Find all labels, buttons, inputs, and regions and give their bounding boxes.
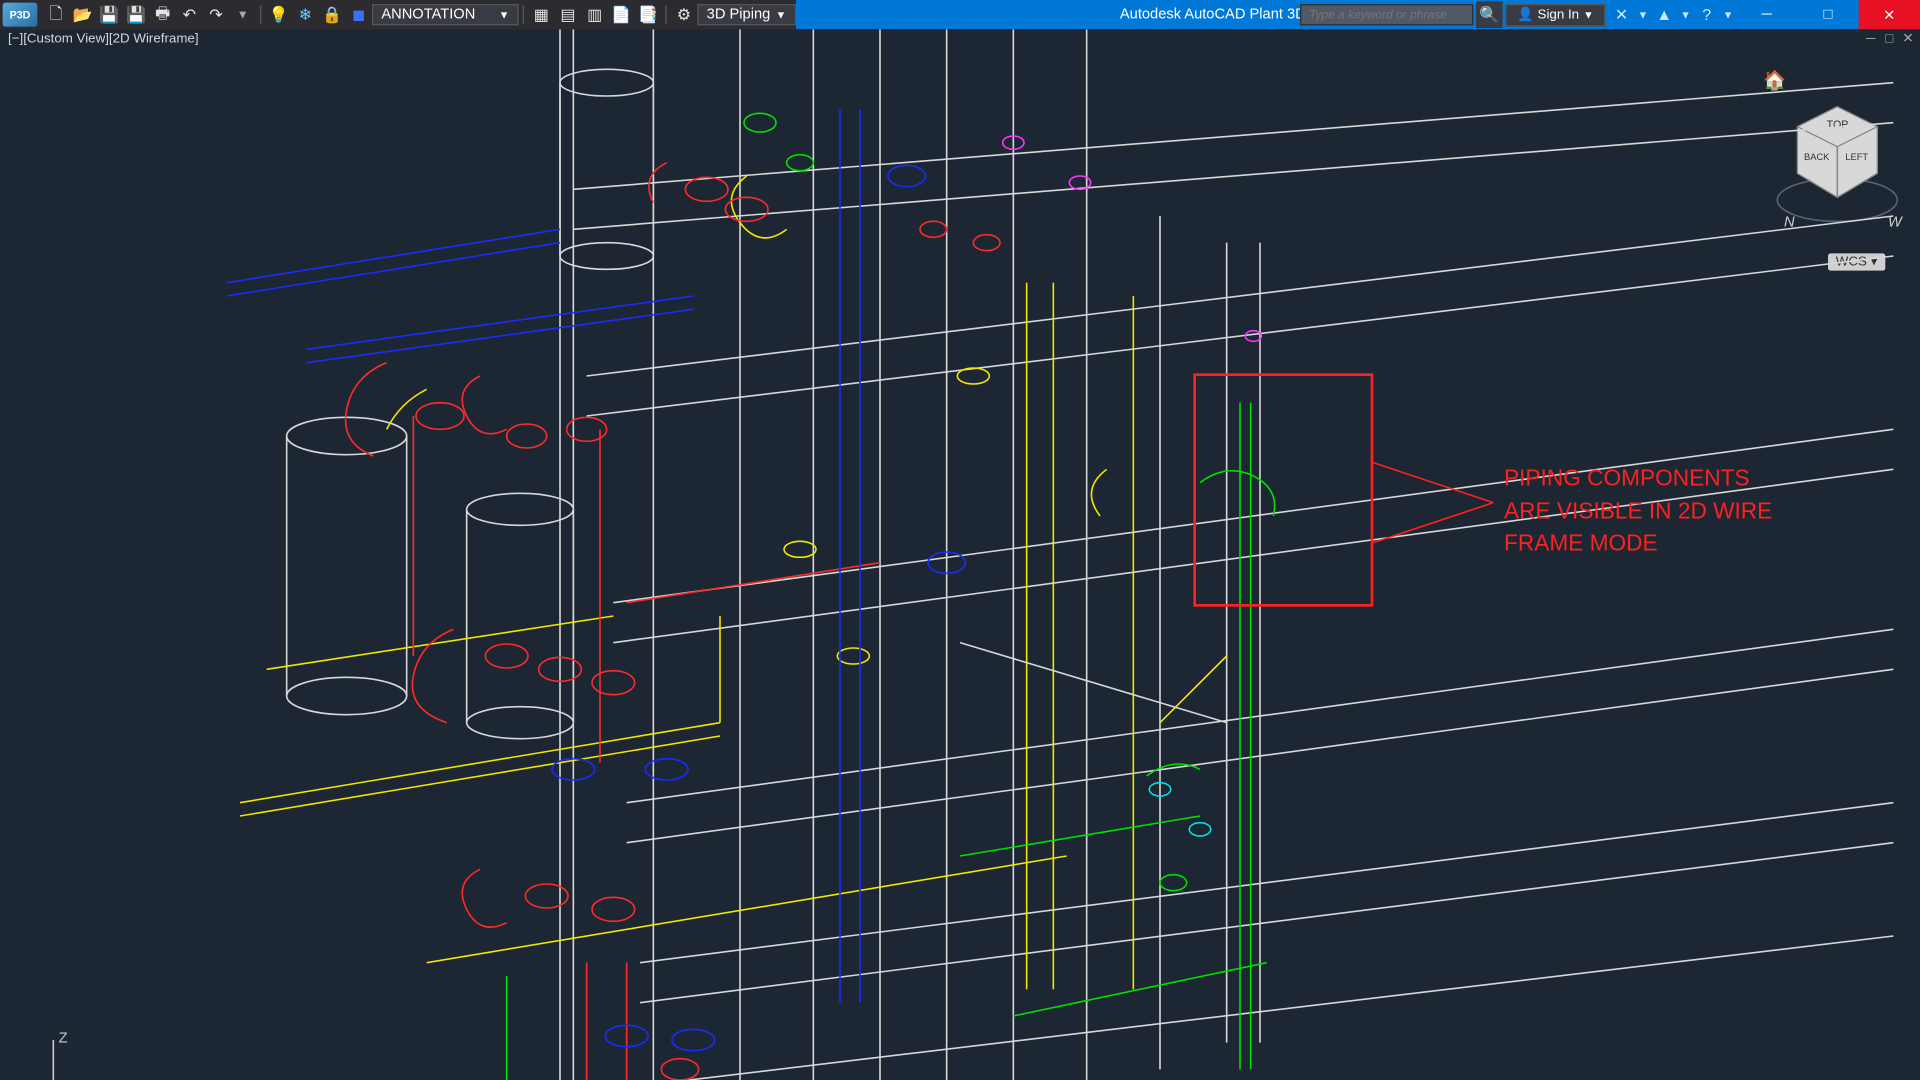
saveas-icon[interactable]: 💾 (124, 3, 148, 27)
help-icon[interactable]: ? (1693, 1, 1720, 28)
workspace-label: 3D Piping (707, 7, 771, 23)
plot-icon[interactable]: 🖶 (151, 3, 175, 27)
app-logo[interactable]: P3D (3, 3, 38, 27)
search-icon[interactable]: 🔍 (1476, 1, 1503, 28)
redo-icon[interactable]: ↷ (204, 3, 228, 27)
tool-icon[interactable]: 📑 (636, 3, 660, 27)
callout-box (1193, 373, 1373, 606)
callout-arrow (1373, 429, 1506, 562)
tool-icon[interactable]: 📄 (609, 3, 633, 27)
model-viewport[interactable]: [−][Custom View][2D Wireframe] ─ □ ✕ 🏠 N… (0, 29, 1920, 1080)
new-icon[interactable]: 🗋 (44, 3, 68, 27)
undo-icon[interactable]: ↶ (177, 3, 201, 27)
exchange-icon[interactable]: ✕ (1608, 1, 1635, 28)
layer-name-label: ANNOTATION (381, 7, 475, 23)
open-icon[interactable]: 📂 (71, 3, 95, 27)
gear-icon[interactable]: ⚙ (672, 3, 696, 27)
layer-freeze-icon[interactable]: ❄ (293, 3, 317, 27)
user-icon: 👤 (1517, 7, 1534, 22)
qat-dropdown-icon[interactable]: ▼ (231, 3, 255, 27)
separator (260, 5, 261, 24)
infocenter-search-input[interactable] (1300, 4, 1473, 25)
signin-button[interactable]: 👤 Sign In ▼ (1505, 3, 1606, 26)
signin-label: Sign In (1538, 7, 1580, 22)
tool-icon[interactable]: ▦ (529, 3, 553, 27)
window-maximize-button[interactable]: □ (1797, 0, 1858, 29)
separator (665, 5, 666, 24)
layer-lock-icon[interactable]: 🔒 (320, 3, 344, 27)
tool-icon[interactable]: ▤ (556, 3, 580, 27)
workspace-dropdown[interactable]: 3D Piping ▼ (697, 4, 795, 25)
chevron-down-icon: ▼ (1583, 9, 1594, 21)
window-close-button[interactable]: ✕ (1859, 0, 1920, 29)
chevron-down-icon: ▼ (776, 9, 787, 21)
tool-icon[interactable]: ▥ (583, 3, 607, 27)
a360-icon[interactable]: ▲ (1651, 1, 1678, 28)
layer-dropdown[interactable]: ANNOTATION ▼ (372, 4, 519, 25)
layer-color-icon[interactable]: ◼ (347, 3, 371, 27)
callout-text: PIPING COMPONENTS ARE VISIBLE IN 2D WIRE… (1504, 463, 1772, 562)
layer-bulb-icon[interactable]: 💡 (267, 3, 291, 27)
save-icon[interactable]: 💾 (97, 3, 121, 27)
chevron-down-icon: ▼ (499, 9, 510, 21)
separator (523, 5, 524, 24)
window-minimize-button[interactable]: ─ (1736, 0, 1797, 29)
